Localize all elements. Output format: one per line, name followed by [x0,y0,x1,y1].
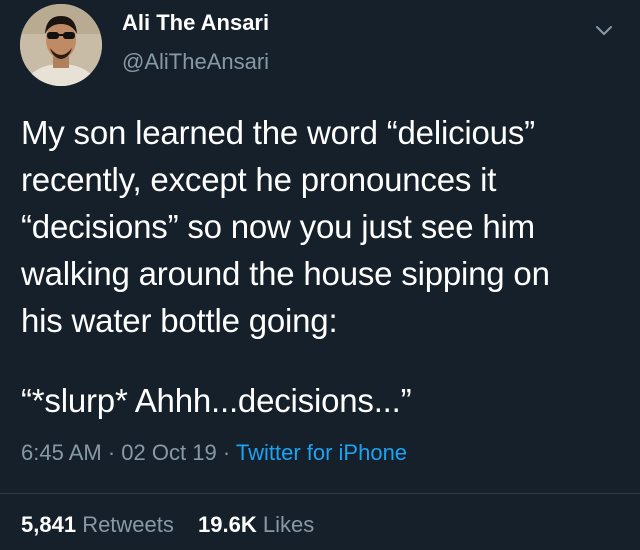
tweet-date[interactable]: 02 Oct 19 [121,440,216,465]
meta-separator: · [107,440,116,465]
retweets-label: Retweets [82,512,174,537]
retweets-stat[interactable]: 5,841 Retweets [21,512,174,538]
divider [0,493,640,494]
tweet-card: Ali The Ansari @AliTheAnsari My son lear… [0,0,640,550]
likes-label: Likes [262,512,315,537]
tweet-time[interactable]: 6:45 AM [21,440,102,465]
likes-stat[interactable]: 19.6K Likes [198,512,314,538]
meta-separator: · [222,440,231,465]
likes-count: 19.6K [198,512,257,537]
retweets-count: 5,841 [21,512,77,537]
tweet-source-link[interactable]: Twitter for iPhone [236,440,407,465]
tweet-meta: 6:45 AM · 02 Oct 19 · Twitter for iPhone [21,440,407,466]
tweet-text: My son learned the word “delicious” rece… [21,114,550,339]
display-name[interactable]: Ali The Ansari [122,10,269,36]
avatar[interactable] [20,4,102,86]
user-avatar-photo-icon [20,4,102,86]
tweet-quote-text: “*slurp* Ahhh...decisions...” [21,382,412,419]
tweet-stats: 5,841 Retweets 19.6K Likes [21,512,332,538]
user-handle[interactable]: @AliTheAnsari [122,49,269,75]
chevron-down-icon[interactable] [592,20,616,40]
